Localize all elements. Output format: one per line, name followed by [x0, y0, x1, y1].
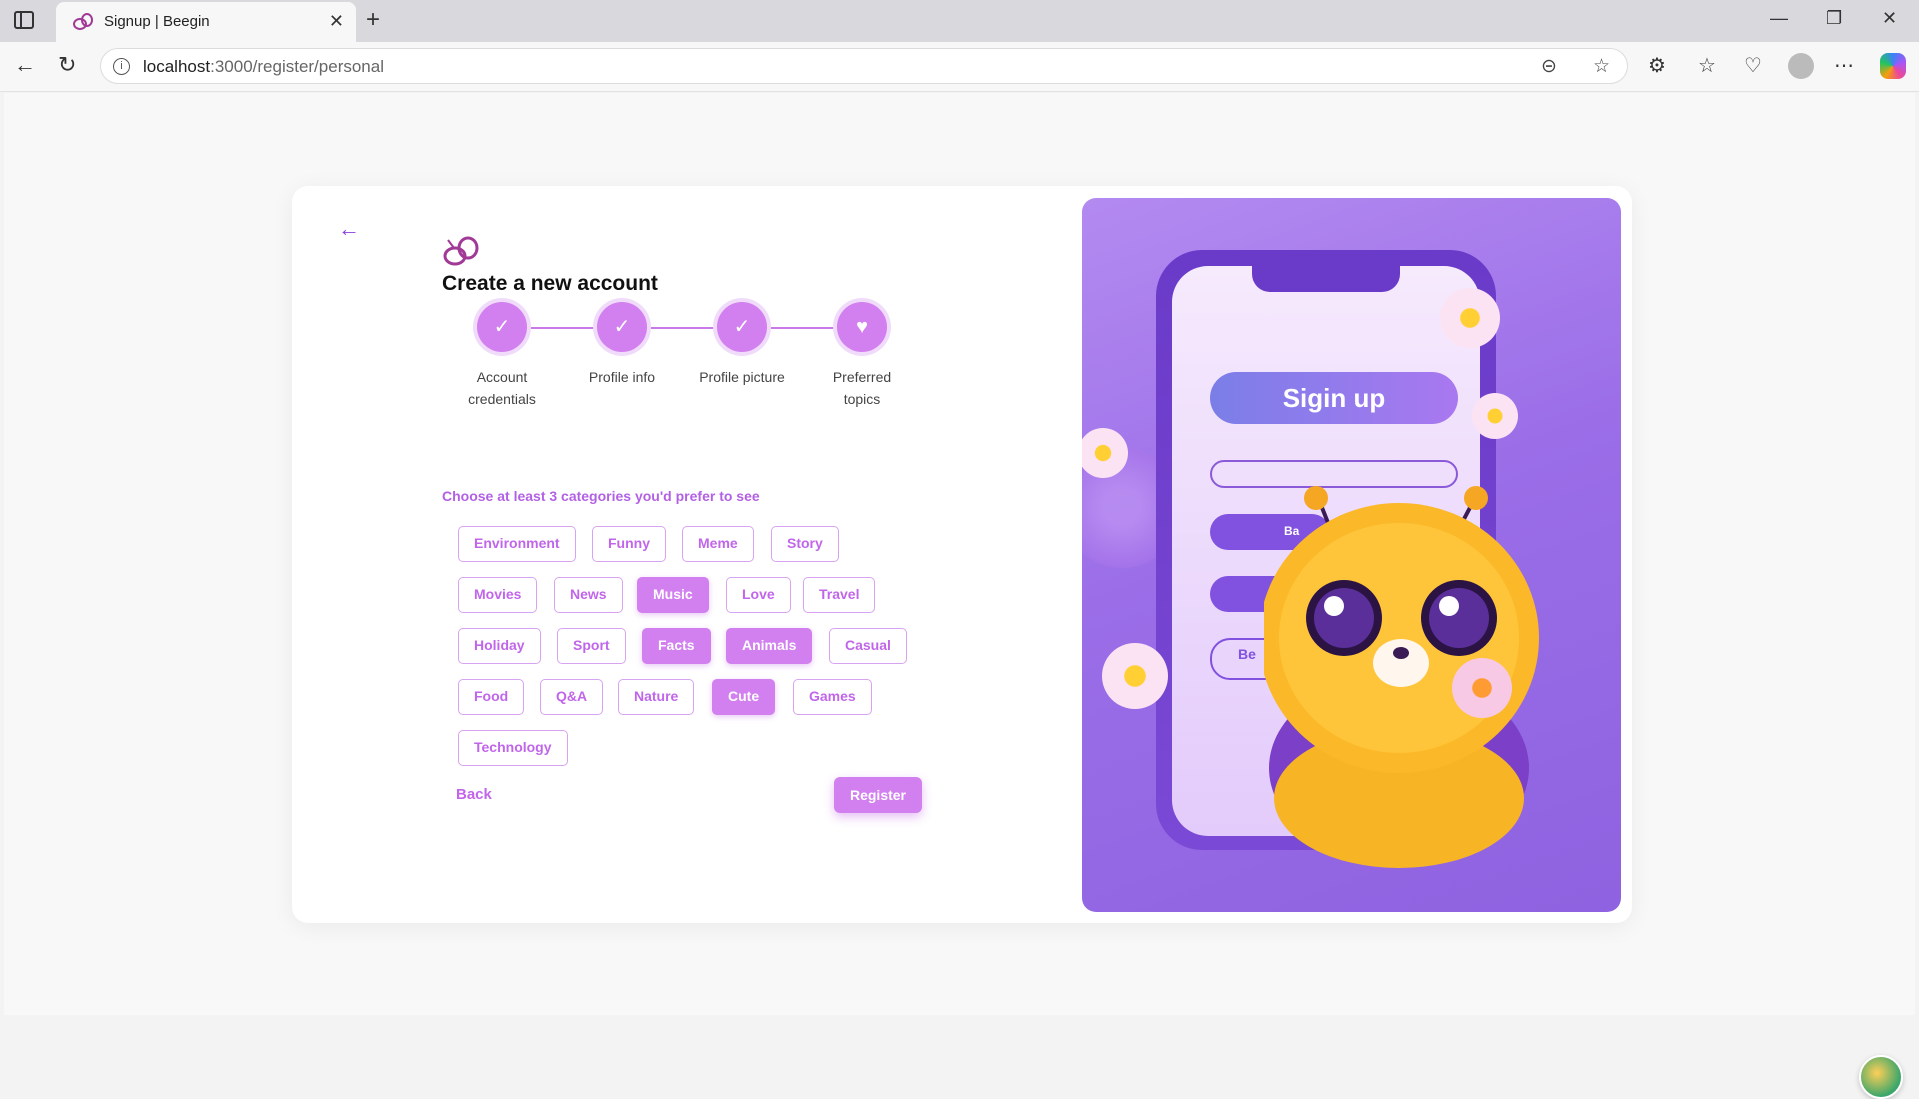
- favorite-star-icon[interactable]: ☆: [1593, 55, 1610, 78]
- category-chip[interactable]: Story: [771, 526, 839, 562]
- category-chip[interactable]: Travel: [803, 577, 876, 613]
- browser-tab[interactable]: Signup | Beegin ✕: [56, 2, 356, 42]
- close-tab-icon[interactable]: ✕: [329, 11, 344, 32]
- new-tab-icon[interactable]: +: [366, 6, 380, 34]
- step-account-credentials: ✓ Account credentials: [442, 302, 562, 410]
- copilot-icon[interactable]: [1880, 53, 1906, 79]
- category-chip[interactable]: Cute: [712, 679, 776, 715]
- tab-title: Signup | Beegin: [104, 13, 210, 30]
- site-info-icon[interactable]: i: [113, 58, 130, 75]
- beegin-favicon-icon: [73, 13, 93, 30]
- category-chip[interactable]: Q&A: [540, 679, 604, 715]
- check-icon: ✓: [717, 302, 767, 352]
- favorites-icon[interactable]: ☆: [1698, 53, 1716, 78]
- page-title: Create a new account: [442, 272, 658, 295]
- category-chip[interactable]: Animals: [726, 628, 813, 664]
- signup-card: ← Create a new account ✓ Account credenti…: [292, 186, 1632, 923]
- more-menu-icon[interactable]: ⋯: [1834, 53, 1854, 78]
- progress-stepper: ✓ Account credentials ✓ Profile info ✓ Pr…: [442, 302, 912, 412]
- category-chip[interactable]: Technology: [458, 730, 568, 766]
- signup-illustration: Sigin up Ba Be: [1082, 198, 1621, 912]
- category-chip[interactable]: Movies: [458, 577, 538, 613]
- category-chip[interactable]: Holiday: [458, 628, 541, 664]
- category-chip[interactable]: Nature: [618, 679, 695, 715]
- extensions-icon[interactable]: ⚙: [1648, 53, 1666, 78]
- category-chip[interactable]: Environment: [458, 526, 576, 562]
- category-chip[interactable]: News: [554, 577, 623, 613]
- browser-tab-strip: Signup | Beegin ✕ + — ❐ ✕: [0, 0, 1919, 42]
- category-chip[interactable]: Games: [793, 679, 872, 715]
- tab-actions-icon[interactable]: [14, 11, 34, 29]
- beegin-logo-icon: [443, 236, 479, 266]
- flower-decoration: [1102, 643, 1168, 709]
- category-chip[interactable]: Meme: [682, 526, 754, 562]
- category-chip[interactable]: Food: [458, 679, 525, 715]
- category-chip[interactable]: Music: [637, 577, 709, 613]
- category-chip[interactable]: Sport: [557, 628, 626, 664]
- check-icon: ✓: [597, 302, 647, 352]
- phone-notch: [1252, 266, 1400, 292]
- heart-icon: ♥: [837, 302, 887, 352]
- address-bar[interactable]: i localhost:3000/register/personal ⊝ ☆: [100, 48, 1628, 84]
- step-profile-picture: ✓ Profile picture: [682, 302, 802, 388]
- back-button[interactable]: Back: [456, 786, 492, 803]
- step-preferred-topics: ♥ Preferred topics: [802, 302, 922, 410]
- minimize-icon[interactable]: —: [1770, 8, 1788, 29]
- phone-signup-text: Sigin up: [1210, 372, 1458, 424]
- bee-mascot-illustration: [1264, 486, 1539, 868]
- address-toolbar: ← ↻ i localhost:3000/register/personal ⊝…: [0, 42, 1919, 92]
- check-icon: ✓: [477, 302, 527, 352]
- category-chip[interactable]: Facts: [642, 628, 711, 664]
- url-text: localhost:3000/register/personal: [143, 57, 384, 76]
- back-nav-icon[interactable]: ←: [14, 52, 36, 78]
- category-chip[interactable]: Funny: [592, 526, 666, 562]
- reload-icon[interactable]: ↻: [58, 52, 76, 78]
- flower-decoration: [1472, 393, 1518, 439]
- profile-avatar[interactable]: [1788, 53, 1814, 79]
- page-background: ← Create a new account ✓ Account credenti…: [4, 93, 1915, 1099]
- restore-icon[interactable]: ❐: [1826, 8, 1842, 29]
- back-arrow-icon[interactable]: ←: [338, 216, 360, 242]
- category-chip[interactable]: Love: [726, 577, 791, 613]
- health-icon[interactable]: ♡: [1744, 53, 1762, 78]
- category-chip[interactable]: Casual: [829, 628, 907, 664]
- step-profile-info: ✓ Profile info: [562, 302, 682, 388]
- close-window-icon[interactable]: ✕: [1882, 8, 1897, 29]
- flower-decoration: [1440, 288, 1500, 348]
- assistant-bubble-icon[interactable]: [1859, 1055, 1903, 1099]
- categories-prompt: Choose at least 3 categories you'd prefe…: [442, 488, 760, 504]
- reader-mode-icon[interactable]: ⊝: [1541, 55, 1557, 78]
- register-button[interactable]: Register: [834, 777, 922, 813]
- flower-decoration: [1452, 658, 1512, 718]
